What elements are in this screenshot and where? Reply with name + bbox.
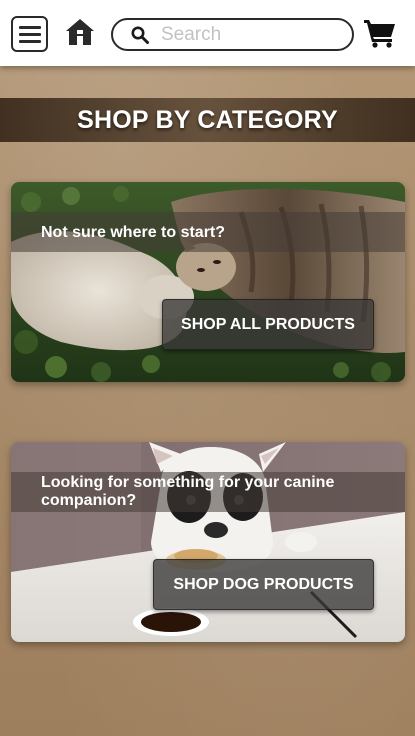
- category-card-all-products[interactable]: Not sure where to start? SHOP ALL PRODUC…: [11, 182, 405, 382]
- search-bar[interactable]: [111, 18, 354, 51]
- shop-all-products-button[interactable]: SHOP ALL PRODUCTS: [162, 299, 374, 350]
- card-caption: Looking for something for your canine co…: [11, 472, 405, 512]
- category-card-dog-products[interactable]: Looking for something for your canine co…: [11, 442, 405, 642]
- shopping-cart-icon[interactable]: [363, 18, 397, 48]
- page-title: SHOP BY CATEGORY: [77, 105, 338, 134]
- menu-line: [18, 32, 41, 36]
- card-caption: Not sure where to start?: [11, 212, 405, 252]
- search-input[interactable]: [161, 22, 346, 48]
- section-title-band: SHOP BY CATEGORY: [0, 98, 415, 142]
- hamburger-menu-icon[interactable]: [11, 16, 48, 52]
- menu-line: [18, 39, 41, 43]
- top-bar: [0, 0, 415, 66]
- shop-dog-products-button[interactable]: SHOP DOG PRODUCTS: [153, 559, 374, 610]
- magnifier-icon[interactable]: [131, 26, 149, 44]
- menu-line: [18, 25, 41, 29]
- house-icon[interactable]: [64, 17, 96, 47]
